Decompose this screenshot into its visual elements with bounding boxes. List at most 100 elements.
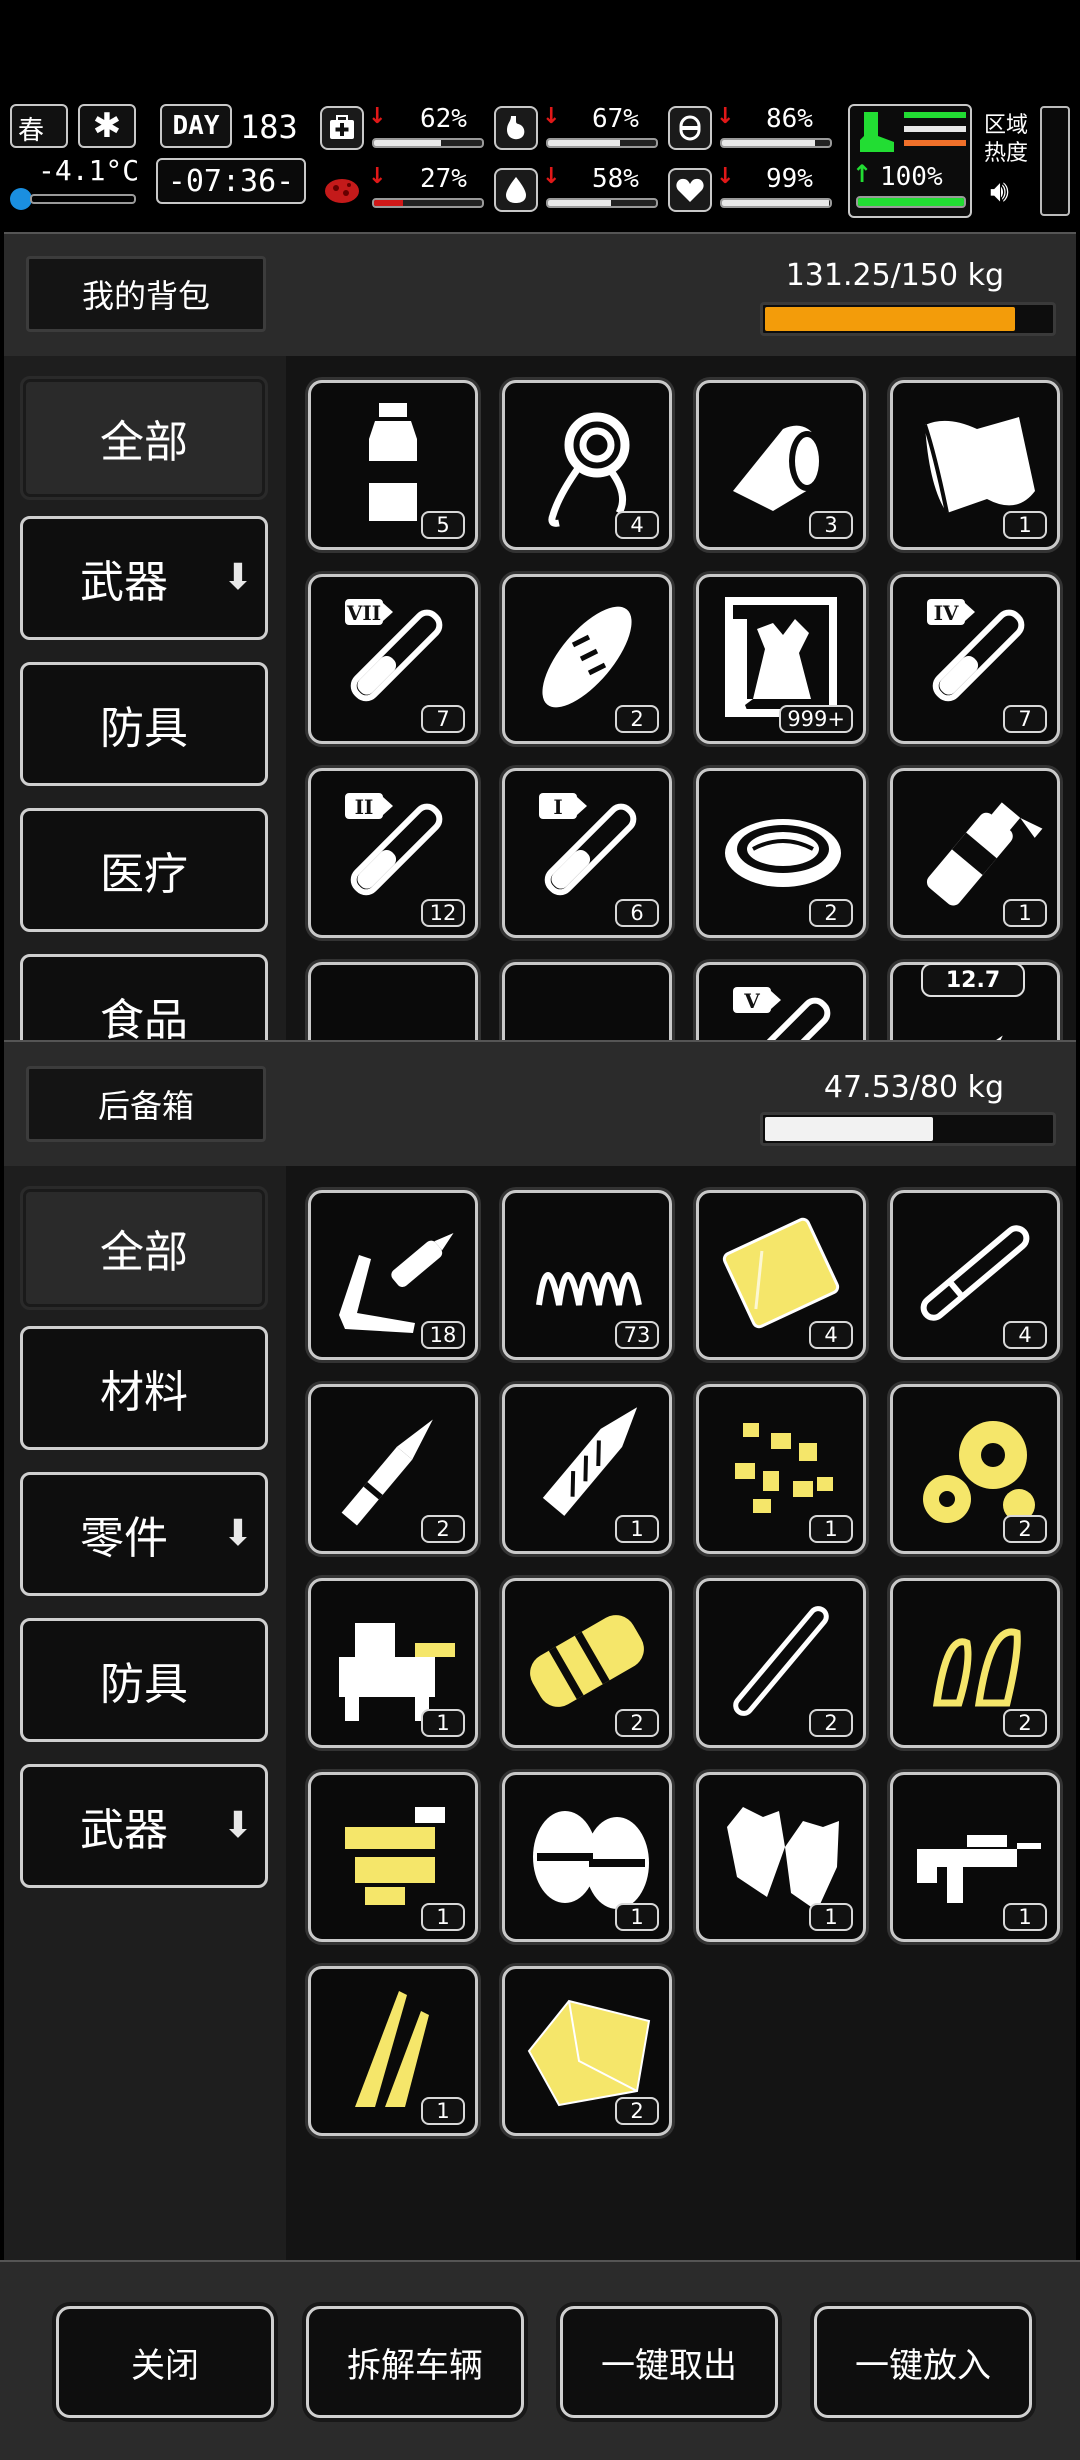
health-bar [372,138,484,148]
item-slot[interactable]: 1 [502,1772,672,1942]
item-slot[interactable]: 2 [502,1578,672,1748]
category-tab-label: 医疗 [100,849,188,900]
category-tab[interactable]: 材料 [20,1326,268,1450]
svg-text:II: II [355,795,374,819]
item-slot[interactable]: 3 [696,380,866,550]
status-bar: 春 ✱ -4.1°C DAY 183 -07:36- ↓ 62% ↓ 67% ↓… [0,96,1080,224]
day-count: 183 [240,108,298,146]
mood-value: 99% [766,164,813,194]
energy-trend-up-icon: ↑ [852,160,873,188]
item-slot[interactable]: I 6 [502,768,672,938]
item-slot[interactable]: 1 [696,1772,866,1942]
expand-arrow-icon: ⬇ [222,1513,253,1554]
hunger-value: 67% [592,104,639,134]
item-slot[interactable]: 2 [308,1384,478,1554]
item-slot[interactable]: 2 [696,1578,866,1748]
storage-header: 后备箱 47.53/80 kg [4,1040,1076,1166]
svg-text:IV: IV [934,601,959,625]
item-quantity: 2 [1003,1515,1047,1543]
item-quantity: 5 [421,511,465,539]
category-tab[interactable]: 全部 [20,376,268,500]
item-quantity: 4 [1003,1321,1047,1349]
category-tab-label: 零件 [80,1513,168,1564]
category-tab-label: 武器 [80,557,168,608]
item-slot[interactable]: 999+ [696,574,866,744]
item-quantity: 7 [421,705,465,733]
infection-trend-down-icon: ↓ [368,164,387,189]
item-partial-1-icon [325,977,461,1040]
backpack-header: 我的背包 131.25/150 kg [4,232,1076,356]
item-quantity: 2 [809,1709,853,1737]
category-tab-label: 防具 [100,1659,188,1710]
category-tab[interactable]: 武器 ⬇ [20,1764,268,1888]
virus-icon [320,168,364,212]
mood-trend-down-icon: ↓ [716,164,735,189]
item-slot[interactable]: 4 [502,380,672,550]
item-slot[interactable]: 2 [502,574,672,744]
category-tab[interactable]: 防具 [20,1618,268,1742]
stamina-bar [720,138,832,148]
item-slot[interactable]: 1 [502,1384,672,1554]
boot-icon [856,110,896,154]
svg-text:VII: VII [346,601,381,625]
category-tab[interactable]: 武器 ⬇ [20,516,268,640]
test-tube-v-icon: V [733,987,831,1040]
item-slot[interactable]: 4 [890,1190,1060,1360]
item-slot[interactable]: 1 [890,768,1060,938]
svg-text:V: V [743,989,760,1013]
item-quantity: 2 [421,1515,465,1543]
category-tab[interactable]: 医疗 [20,808,268,932]
item-slot[interactable] [502,962,672,1040]
item-slot[interactable] [308,962,478,1040]
category-tab[interactable]: 防具 [20,662,268,786]
item-slot[interactable]: 4 [696,1190,866,1360]
mood-bar [720,198,832,208]
item-slot[interactable]: 2 [890,1578,1060,1748]
item-quantity: 2 [809,899,853,927]
category-tab[interactable]: 零件 ⬇ [20,1472,268,1596]
expand-arrow-icon: ⬇ [222,1805,253,1846]
item-quantity: 1 [421,2097,465,2125]
item-slot[interactable]: IV 7 [890,574,1060,744]
item-slot[interactable]: 1 [308,1772,478,1942]
item-slot[interactable]: 18 [308,1190,478,1360]
item-slot[interactable]: 12.7 [890,962,1060,1040]
item-slot[interactable]: 1 [696,1384,866,1554]
item-slot[interactable]: 1 [890,380,1060,550]
zone-heat-meter [1040,106,1070,216]
item-slot[interactable]: 2 [696,768,866,938]
storage-item-grid[interactable]: 18 73 4 4 2 1 1 2 1 2 2 2 1 1 1 1 1 2 [286,1166,1076,2260]
thirst-bar [546,198,658,208]
category-tab-label: 防具 [100,703,188,754]
thermometer-icon [10,188,32,210]
category-tab-label: 食品 [100,995,188,1040]
item-slot[interactable]: 1 [308,1578,478,1748]
backpack-item-grid[interactable]: 5 4 3 1 VII 7 2 999+ IV 7 II 12 I 6 2 1 V 12.7 [286,356,1076,1040]
item-quantity: 4 [809,1321,853,1349]
dismantle-vehicle-button[interactable]: 拆解车辆 [306,2306,524,2418]
speaker-icon[interactable]: 🔊︎ [990,174,1009,209]
thirst-value: 58% [592,164,639,194]
infection-value: 27% [420,164,467,194]
item-slot[interactable]: 1 [890,1772,1060,1942]
item-slot[interactable]: VII 7 [308,574,478,744]
item-slot[interactable]: 2 [890,1384,1060,1554]
item-slot[interactable]: V [696,962,866,1040]
take-all-button[interactable]: 一键取出 [560,2306,778,2418]
close-button[interactable]: 关闭 [56,2306,274,2418]
clock-time: -07:36- [167,163,295,199]
category-tab[interactable]: 食品 [20,954,268,1040]
backpack-weight-bar [760,302,1056,336]
item-quantity: 12 [421,899,465,927]
item-slot[interactable]: II 12 [308,768,478,938]
item-slot[interactable]: 5 [308,380,478,550]
item-quantity: 1 [1003,899,1047,927]
item-slot[interactable]: 2 [502,1966,672,2136]
item-slot[interactable]: 73 [502,1190,672,1360]
stomach-icon [494,106,538,150]
item-slot[interactable]: 1 [308,1966,478,2136]
category-tab-label: 全部 [100,1227,188,1278]
item-quantity: 999+ [779,705,853,733]
category-tab[interactable]: 全部 [20,1186,268,1310]
put-all-button[interactable]: 一键放入 [814,2306,1032,2418]
